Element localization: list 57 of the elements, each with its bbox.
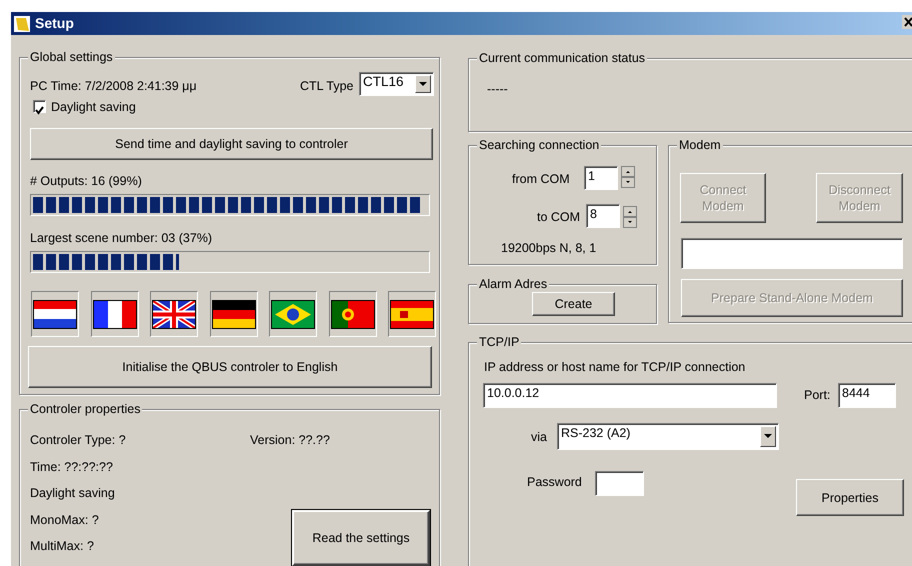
properties-button[interactable]: Properties xyxy=(796,479,904,516)
modem-field[interactable] xyxy=(681,238,903,269)
flag-button[interactable] xyxy=(150,291,198,337)
port-field[interactable]: 8444 xyxy=(838,383,896,408)
app-icon xyxy=(13,14,31,32)
monomax-text: MonoMax: ? xyxy=(30,512,99,528)
version-text: Version: ??.?? xyxy=(250,432,330,448)
host-field[interactable]: 10.0.0.12 xyxy=(483,383,777,408)
outputs-label: # Outputs: 16 (99%) xyxy=(30,173,142,189)
via-dropdown[interactable]: RS-232 (A2) xyxy=(557,423,779,450)
flag-icon xyxy=(34,300,76,328)
scene-label: Largest scene number: 03 (37%) xyxy=(30,230,212,246)
flag-icon xyxy=(391,300,433,328)
window-title: Setup xyxy=(35,14,74,33)
read-settings-button[interactable]: Read the settings xyxy=(292,510,430,566)
flag-button[interactable] xyxy=(269,291,317,337)
to-com-label: to COM xyxy=(537,209,580,225)
status-text: ----- xyxy=(487,81,508,97)
flag-button[interactable] xyxy=(328,291,376,337)
group-title: Searching connection xyxy=(477,137,602,153)
via-label: via xyxy=(531,429,547,445)
send-time-button[interactable]: Send time and daylight saving to controler xyxy=(30,128,433,160)
password-field[interactable] xyxy=(595,471,644,496)
daylight-saving-text: Daylight saving xyxy=(30,485,115,501)
ctl-type-dropdown[interactable]: CTL16 xyxy=(359,72,434,96)
daylight-saving-checkbox[interactable] xyxy=(33,100,46,113)
ctl-type-label: CTL Type xyxy=(300,78,354,94)
spinner-arrows-icon xyxy=(621,166,635,188)
dropdown-arrow-icon xyxy=(419,82,427,86)
create-button[interactable]: Create xyxy=(532,292,615,316)
flag-icon xyxy=(212,300,254,328)
initialise-button[interactable]: Initialise the QBUS controler to English xyxy=(28,346,432,388)
group-title: Global settings xyxy=(28,49,115,65)
flag-icon xyxy=(153,300,195,328)
daylight-saving-label: Daylight saving xyxy=(51,99,136,115)
dropdown-arrow-icon xyxy=(764,434,772,439)
to-com-field[interactable]: 8 xyxy=(586,204,620,228)
pc-time-text: PC Time: 7/2/2008 2:41:39 μμ xyxy=(30,78,197,94)
baud-settings-text: 19200bps N, 8, 1 xyxy=(501,240,596,256)
flag-button[interactable] xyxy=(388,291,436,337)
host-label: IP address or host name for TCP/IP connection xyxy=(484,359,746,375)
port-label: Port: xyxy=(804,387,830,403)
flag-button[interactable] xyxy=(90,291,138,337)
from-com-field[interactable]: 1 xyxy=(584,166,618,190)
flag-icon xyxy=(272,300,314,328)
multimax-text: MultiMax: ? xyxy=(30,538,94,554)
from-com-label: from COM xyxy=(512,171,570,187)
group-title: Controler properties xyxy=(28,401,142,417)
flag-button[interactable] xyxy=(210,291,258,337)
controler-type-text: Controler Type: ? xyxy=(30,432,126,448)
flag-icon xyxy=(332,300,374,328)
password-label: Password xyxy=(527,474,582,490)
spinner-arrows-icon xyxy=(623,206,637,228)
time-text: Time: ??:??:?? xyxy=(30,459,113,475)
flag-icon xyxy=(94,300,136,328)
flag-button[interactable] xyxy=(31,291,79,337)
close-icon xyxy=(902,15,912,29)
